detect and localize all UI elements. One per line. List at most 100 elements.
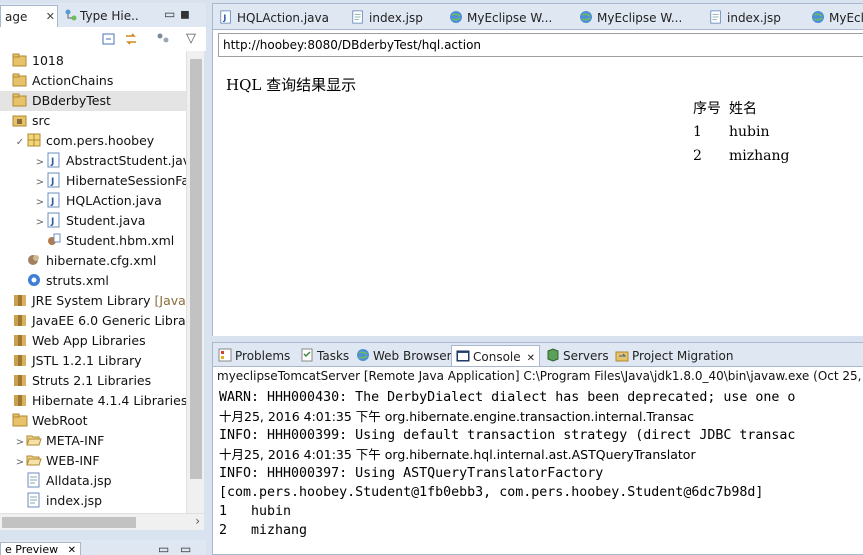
tree-item[interactable]: > J Student.java: [0, 211, 186, 231]
page-title: HQL 查询结果显示: [226, 76, 357, 94]
minimize-icon[interactable]: ▭: [164, 7, 175, 21]
console-output[interactable]: WARN: HHH000430: The DerbyDialect dialec…: [219, 388, 795, 540]
library-icon: [12, 312, 28, 328]
editor-tabs: J HQLAction.java index.jsp MyEclipse W... My…: [213, 4, 863, 30]
editor-tab[interactable]: MyEclips: [811, 7, 863, 29]
tree-item[interactable]: > J AbstractStudent.java: [0, 151, 186, 171]
tab-package-explorer[interactable]: age ✕: [0, 5, 58, 27]
tab-type-hierarchy[interactable]: Type Hie...: [60, 5, 140, 27]
editor-tab[interactable]: J HQLAction.java: [219, 7, 329, 29]
editor-tab[interactable]: MyEclipse W...: [449, 7, 552, 29]
tree-item[interactable]: struts.xml: [0, 271, 186, 291]
view-tab[interactable]: Web Browser: [356, 345, 452, 366]
tasks-icon: [300, 347, 314, 362]
tree-item-label: Student.hbm.xml: [66, 233, 175, 248]
tree-item[interactable]: > WEB-INF: [0, 451, 186, 471]
tree-item[interactable]: JRE System Library[JavaSE-1: [0, 291, 186, 311]
tree-item[interactable]: ActionChains: [0, 71, 186, 91]
result-table: 序号 姓名 1 hubin 2 mizhang: [693, 96, 789, 168]
tree-item[interactable]: WebRoot: [0, 411, 186, 431]
tree-item[interactable]: Hibernate 4.1.4 Libraries: [0, 391, 186, 411]
view-tab[interactable]: Project Migration: [615, 345, 733, 366]
view-menu-icon[interactable]: [155, 31, 171, 47]
editor-tab[interactable]: index.jsp: [709, 7, 781, 29]
jsp-file-icon: [26, 492, 42, 508]
tree-item-label: WEB-INF: [46, 453, 100, 468]
view-tab-label: Servers: [563, 349, 609, 363]
tree-item-label: META-INF: [46, 433, 105, 448]
tree-item[interactable]: src: [0, 111, 186, 131]
jsp-file-icon: [709, 9, 723, 24]
url-input[interactable]: http://hoobey:8080/DBderbyTest/hql.actio…: [218, 33, 863, 57]
tree-item-label: Student.java: [66, 213, 146, 228]
chevron-down-icon[interactable]: ✓: [14, 133, 26, 153]
scroll-thumb[interactable]: [190, 59, 202, 479]
scroll-right-icon[interactable]: ›: [195, 514, 200, 528]
chevron-right-icon[interactable]: >: [14, 453, 26, 473]
chevron-right-icon[interactable]: >: [14, 433, 26, 453]
project-icon: [12, 52, 28, 68]
scroll-thumb[interactable]: [2, 517, 136, 528]
maximize-icon[interactable]: ◼: [180, 7, 190, 21]
tree-item[interactable]: > META-INF: [0, 431, 186, 451]
close-icon[interactable]: ✕: [527, 353, 535, 364]
editor-tab[interactable]: MyEclipse W...: [579, 7, 682, 29]
folder-open-icon: [26, 452, 42, 468]
chevron-right-icon[interactable]: >: [34, 153, 46, 173]
chevron-right-icon[interactable]: >: [34, 213, 46, 233]
minimize-icon[interactable]: ▭: [158, 542, 169, 555]
tree-item-label: DBderbyTest: [32, 93, 111, 108]
collapse-all-icon[interactable]: [101, 31, 117, 47]
tree-item[interactable]: JSTL 1.2.1 Library: [0, 351, 186, 371]
tree-item[interactable]: Struts 2.1 Libraries: [0, 371, 186, 391]
tree-item[interactable]: DBderbyTest: [0, 91, 186, 111]
column-header: 序号: [693, 101, 721, 117]
close-icon[interactable]: ✕: [68, 545, 76, 555]
tree-item[interactable]: ✓ com.pers.hoobey: [0, 131, 186, 151]
chevron-down-icon[interactable]: ▽: [183, 31, 199, 47]
tree-item-label: HQLAction.java: [66, 193, 162, 208]
console-line: INFO: HHH000397: Using ASTQueryTranslato…: [219, 466, 604, 481]
tree-horizontal-scrollbar[interactable]: ›: [0, 513, 204, 530]
link-with-editor-icon[interactable]: [123, 31, 139, 47]
tree-item[interactable]: 1018: [0, 51, 186, 71]
hbm-xml-icon: [46, 232, 62, 248]
tree-item[interactable]: index.jsp: [0, 491, 186, 511]
explorer-toolbar: ▽: [0, 27, 206, 51]
editor-tab[interactable]: index.jsp: [351, 7, 423, 29]
svg-text:J: J: [222, 14, 226, 23]
column-header: 姓名: [729, 101, 757, 117]
tree-item[interactable]: hibernate.cfg.xml: [0, 251, 186, 271]
globe-icon: [811, 9, 825, 23]
project-icon: [12, 92, 28, 108]
view-tab[interactable]: Servers: [546, 345, 609, 366]
java-file-icon: J: [46, 192, 62, 208]
tree-item-label: struts.xml: [46, 273, 109, 288]
maximize-icon[interactable]: ▭: [180, 542, 191, 555]
tree-item-decoration: [JavaSE-1: [154, 293, 186, 308]
globe-icon: [579, 9, 593, 23]
tree-item[interactable]: Web App Libraries: [0, 331, 186, 351]
editor-tab-label: MyEclips: [829, 11, 863, 25]
console-icon: [456, 348, 470, 362]
view-tab[interactable]: Console ✕: [451, 345, 541, 366]
tree-item[interactable]: > J HibernateSessionFacto: [0, 171, 186, 191]
view-tab[interactable]: Tasks: [300, 345, 349, 366]
chevron-right-icon[interactable]: >: [34, 173, 46, 193]
editor-tab-label: index.jsp: [369, 11, 423, 25]
tree-item-label: hibernate.cfg.xml: [46, 253, 157, 268]
chevron-right-icon[interactable]: >: [34, 193, 46, 213]
tree-item[interactable]: > J HQLAction.java: [0, 191, 186, 211]
view-tab-label: Console: [473, 350, 521, 364]
java-file-icon: J: [46, 212, 62, 228]
tree-item[interactable]: Student.hbm.xml: [0, 231, 186, 251]
tree-item[interactable]: Alldata.jsp: [0, 471, 186, 491]
tree-vertical-scrollbar[interactable]: [186, 51, 204, 513]
svg-text:J: J: [50, 157, 54, 167]
tree-item-label: index.jsp: [46, 493, 103, 508]
tree-item[interactable]: JavaEE 6.0 Generic Library: [0, 311, 186, 331]
tab-preview[interactable]: e Preview ✕: [0, 542, 81, 555]
close-icon[interactable]: ✕: [46, 6, 55, 27]
library-icon: [12, 392, 28, 408]
view-tab[interactable]: Problems: [218, 345, 290, 366]
